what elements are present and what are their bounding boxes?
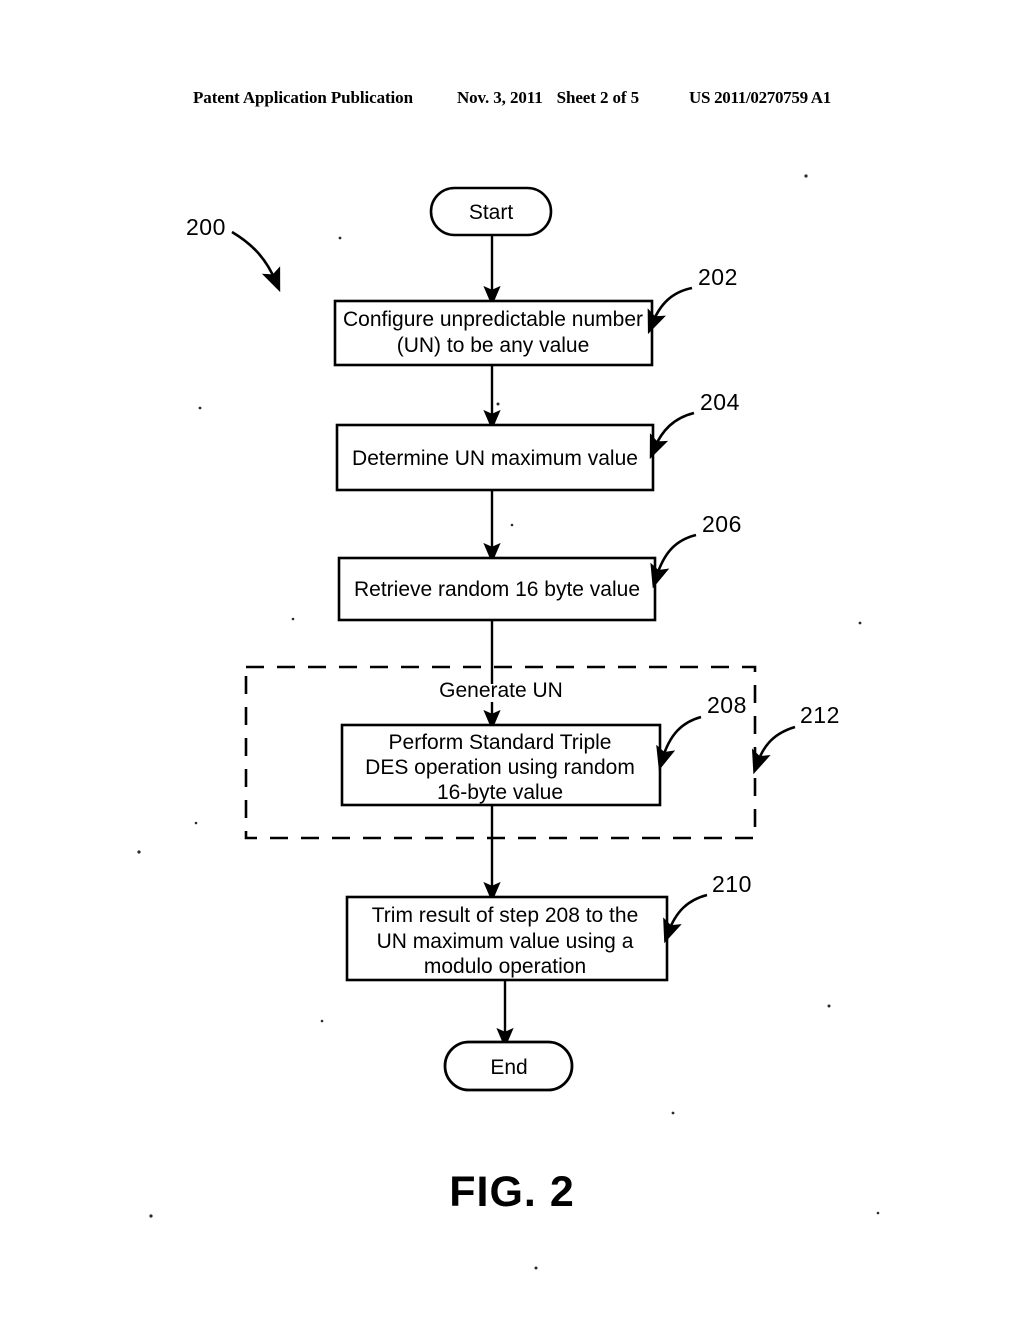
step-206-line1: Retrieve random 16 byte value [354, 578, 640, 601]
step-210-line3: modulo operation [424, 955, 586, 978]
node-step-210[interactable]: Trim result of step 208 to the UN maximu… [345, 895, 669, 982]
reference-208: 208 [656, 692, 747, 771]
diagram-reference-200: 200 [186, 214, 281, 293]
diagram-ref-leader-arrow [231, 230, 281, 293]
step-210-ref-label: 210 [712, 871, 752, 897]
node-end[interactable]: End [443, 1040, 574, 1092]
step-202-ref-leader [647, 286, 693, 335]
step-208-line1: Perform Standard Triple [389, 731, 612, 754]
group-ref-leader [751, 725, 796, 775]
node-step-206[interactable]: Retrieve random 16 byte value [337, 556, 657, 622]
step-210-line1: Trim result of step 208 to the [372, 904, 639, 927]
reference-202: 202 [647, 264, 738, 335]
step-204-ref-leader [649, 411, 695, 460]
node-start[interactable]: Start [429, 186, 553, 237]
node-step-208[interactable]: Perform Standard Triple DES operation us… [340, 723, 662, 807]
step-206-ref-leader [650, 533, 697, 589]
step-208-line3: 16-byte value [437, 781, 563, 804]
reference-206: 206 [650, 511, 742, 589]
step-204-ref-label: 204 [700, 389, 740, 415]
step-208-line2: DES operation using random [365, 756, 635, 779]
reference-212: 212 [751, 702, 840, 775]
reference-210: 210 [663, 871, 752, 944]
group-ref-label: 212 [800, 702, 840, 728]
step-202-line1: Configure unpredictable number [343, 308, 643, 331]
flowchart-figure: 200 Start Configure unpredictable number… [137, 174, 880, 1270]
node-step-204[interactable]: Determine UN maximum value [335, 423, 655, 492]
generate-un-group-label: Generate UN [439, 679, 563, 702]
figure-caption: FIG. 2 [449, 1168, 575, 1216]
reference-204: 204 [649, 389, 740, 460]
step-210-ref-leader [663, 893, 708, 944]
step-206-ref-label: 206 [702, 511, 742, 537]
step-204-line1: Determine UN maximum value [352, 447, 638, 470]
node-step-202[interactable]: Configure unpredictable number (UN) to b… [333, 299, 654, 367]
step-208-ref-label: 208 [707, 692, 747, 718]
step-202-ref-label: 202 [698, 264, 738, 290]
diagram-ref-label: 200 [186, 214, 226, 240]
step-210-line2: UN maximum value using a [377, 930, 634, 953]
end-label: End [490, 1056, 527, 1079]
step-202-line2: (UN) to be any value [397, 334, 590, 357]
step-208-ref-leader [656, 715, 702, 771]
start-label: Start [469, 201, 514, 224]
